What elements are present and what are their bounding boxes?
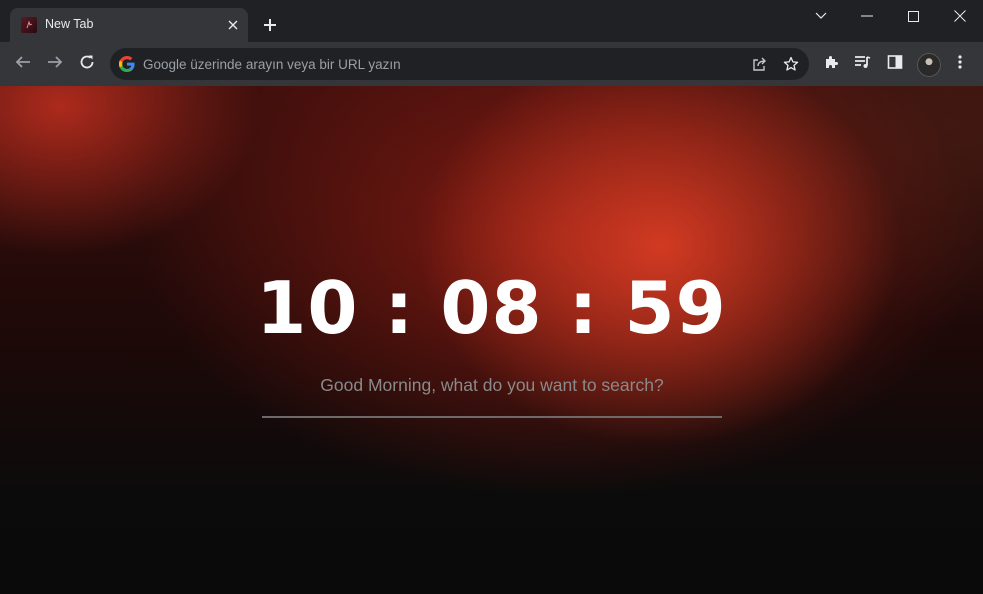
reload-button[interactable] <box>73 50 101 78</box>
star-icon[interactable] <box>781 54 801 74</box>
browser-toolbar: Google üzerinde arayın veya bir URL yazı… <box>0 42 983 87</box>
tab-search-chevron-down-icon[interactable] <box>798 0 844 32</box>
puzzle-icon <box>823 54 839 75</box>
kebab-menu-icon <box>958 54 962 75</box>
tab-close-icon[interactable] <box>224 16 242 34</box>
tab-title: New Tab <box>45 17 94 31</box>
new-tab-button[interactable] <box>259 14 281 36</box>
media-controls-button[interactable] <box>849 50 877 78</box>
minimize-button[interactable] <box>844 0 890 32</box>
tab-new-tab[interactable]: New Tab <box>10 8 248 42</box>
reload-icon <box>79 54 95 75</box>
browser-window: New Tab Google üzerinde arayın veya bir … <box>0 0 983 594</box>
maximize-button[interactable] <box>890 0 936 32</box>
google-g-icon <box>118 55 135 73</box>
arrow-right-icon <box>47 54 63 75</box>
tab-favicon-icon <box>21 17 37 33</box>
extensions-button[interactable] <box>817 50 845 78</box>
tab-strip: New Tab <box>0 0 983 42</box>
media-queue-icon <box>854 54 872 75</box>
close-window-button[interactable] <box>937 0 983 32</box>
back-button[interactable] <box>9 50 37 78</box>
share-icon[interactable] <box>750 54 770 74</box>
profile-avatar[interactable] <box>917 53 941 77</box>
side-panel-icon <box>887 54 903 75</box>
omnibox-placeholder[interactable]: Google üzerinde arayın veya bir URL yazı… <box>143 57 401 72</box>
arrow-left-icon <box>15 54 31 75</box>
omnibox[interactable]: Google üzerinde arayın veya bir URL yazı… <box>110 48 809 80</box>
side-panel-button[interactable] <box>881 50 909 78</box>
search-input-underline[interactable] <box>262 416 722 418</box>
search-prompt[interactable]: Good Morning, what do you want to search… <box>262 375 722 396</box>
forward-button[interactable] <box>41 50 69 78</box>
clock-display: 10 : 08 : 59 <box>256 266 727 350</box>
new-tab-page: 10 : 08 : 59 Good Morning, what do you w… <box>0 86 983 594</box>
chrome-menu-button[interactable] <box>946 50 974 78</box>
